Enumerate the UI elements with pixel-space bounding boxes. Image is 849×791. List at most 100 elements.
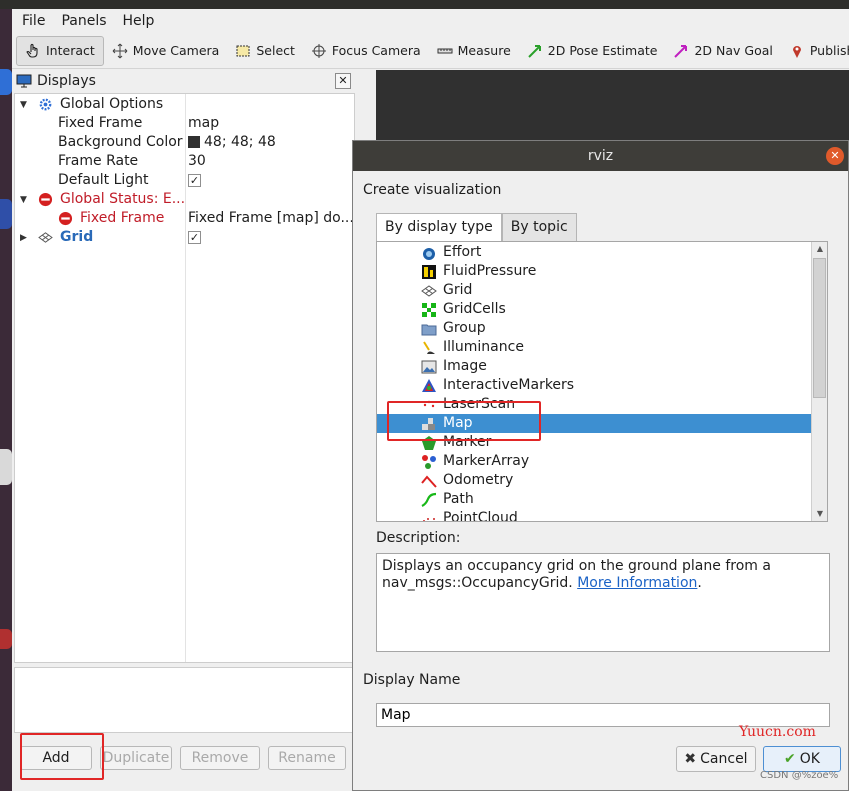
select-label: Select — [256, 43, 295, 58]
more-information-link[interactable]: More Information — [577, 575, 697, 591]
select-tool-button[interactable]: Select — [227, 36, 303, 66]
map-pin-icon — [792, 45, 801, 58]
list-item[interactable]: Illuminance — [377, 338, 811, 357]
list-item[interactable]: Grid — [377, 281, 811, 300]
pose-estimate-label: 2D Pose Estimate — [547, 43, 658, 58]
tree-row-global-options[interactable]: ▼ Global Options — [15, 95, 354, 114]
desktop-launcher — [0, 9, 12, 791]
scrollbar-thumb[interactable] — [813, 258, 826, 398]
tab-by-topic[interactable]: By topic — [501, 213, 577, 241]
list-item[interactable]: Group — [377, 319, 811, 338]
tree-row-fixed-frame-error[interactable]: Fixed Frame Fixed Frame [map] do... — [15, 209, 354, 228]
illuminance-icon — [423, 341, 435, 354]
checkmark-icon: ✔ — [784, 751, 796, 767]
fixed-frame-error-key: Fixed Frame — [80, 210, 165, 226]
list-item-label: MarkerArray — [443, 453, 530, 469]
launcher-app-icon[interactable] — [0, 69, 12, 95]
ok-button[interactable]: ✔ OK — [763, 746, 841, 772]
description-label: Description: — [376, 530, 461, 546]
menu-help[interactable]: Help — [123, 13, 155, 29]
list-item[interactable]: Effort — [377, 243, 811, 262]
tree-row-global-status[interactable]: ▼ Global Status: E... — [15, 190, 354, 209]
list-item-label: PointCloud — [443, 510, 518, 522]
launcher-app-icon[interactable] — [0, 449, 12, 485]
interact-label: Interact — [46, 43, 95, 58]
pressure-icon — [422, 265, 436, 279]
list-item[interactable]: Odometry — [377, 471, 811, 490]
move-camera-tool-button[interactable]: Move Camera — [104, 36, 228, 66]
monitor-icon — [16, 74, 32, 88]
default-light-checkbox[interactable]: ✓ — [188, 171, 201, 190]
close-icon[interactable]: ✕ — [826, 147, 844, 165]
list-item[interactable]: PointCloud — [377, 509, 811, 522]
tree-row-default-light[interactable]: Default Light ✓ — [15, 171, 354, 190]
list-item[interactable]: GridCells — [377, 300, 811, 319]
expand-arrow-icon[interactable]: ▼ — [20, 96, 27, 115]
crosshair-icon — [311, 43, 326, 58]
dialog-tabs: By display type By topic — [376, 213, 577, 242]
grid-checkbox[interactable]: ✓ — [188, 228, 201, 247]
magenta-arrow-icon — [674, 44, 688, 58]
tree-row-background-color[interactable]: Background Color 48; 48; 48 — [15, 133, 354, 152]
launcher-app-icon[interactable] — [0, 199, 12, 229]
folder-icon — [421, 324, 437, 336]
menu-file[interactable]: File — [22, 13, 45, 29]
list-item-label: Odometry — [443, 472, 514, 488]
list-item[interactable]: MarkerArray — [377, 452, 811, 471]
list-item[interactable]: Image — [377, 357, 811, 376]
dialog-title: rviz — [587, 148, 614, 164]
grid-icon — [38, 232, 53, 243]
interactive-markers-icon — [422, 379, 436, 392]
interact-tool-button[interactable]: Interact — [16, 35, 104, 66]
description-end: . — [697, 575, 702, 591]
displays-title: Displays — [37, 73, 96, 89]
grid-cells-icon — [422, 303, 436, 317]
focus-camera-label: Focus Camera — [331, 43, 421, 58]
scroll-up-icon[interactable]: ▲ — [813, 242, 827, 256]
selection-box-icon — [236, 45, 250, 56]
rename-button[interactable]: Rename — [268, 746, 346, 770]
grid-icon — [421, 285, 437, 297]
checkbox[interactable]: ✓ — [188, 173, 201, 187]
expand-arrow-icon[interactable]: ▼ — [20, 191, 27, 210]
list-scrollbar[interactable]: ▲ ▼ — [811, 242, 827, 521]
scroll-down-icon[interactable]: ▼ — [813, 507, 827, 521]
fixed-frame-value[interactable]: map — [188, 114, 219, 133]
nav-goal-tool-button[interactable]: 2D Nav Goal — [665, 36, 780, 66]
tree-row-frame-rate[interactable]: Frame Rate 30 — [15, 152, 354, 171]
display-type-list[interactable]: Effort FluidPressure Grid GridCells Grou… — [376, 241, 828, 522]
displays-panel-header: Displays ✕ — [12, 70, 355, 92]
menu-panels[interactable]: Panels — [61, 13, 106, 29]
tab-by-display-type[interactable]: By display type — [376, 213, 502, 242]
pose-estimate-tool-button[interactable]: 2D Pose Estimate — [519, 36, 666, 66]
measure-tool-button[interactable]: Measure — [429, 36, 519, 66]
list-item[interactable]: Path — [377, 490, 811, 509]
displays-tree[interactable]: ▼ Global Options Fixed Frame map Backgro… — [14, 93, 355, 663]
render-3d-view[interactable] — [376, 70, 849, 140]
close-icon[interactable]: ✕ — [335, 73, 351, 89]
list-item-label: FluidPressure — [443, 263, 537, 279]
collapse-arrow-icon[interactable]: ▶ — [20, 229, 27, 248]
image-icon — [421, 360, 437, 374]
duplicate-button[interactable]: Duplicate — [100, 746, 172, 770]
list-item[interactable]: FluidPressure — [377, 262, 811, 281]
focus-camera-tool-button[interactable]: Focus Camera — [303, 36, 429, 66]
frame-rate-value[interactable]: 30 — [188, 152, 206, 171]
publish-point-tool-button[interactable]: Publish Poi — [781, 36, 849, 66]
list-item-label: Group — [443, 320, 486, 336]
checkbox[interactable]: ✓ — [188, 230, 201, 244]
cancel-x-icon: ✖ — [684, 751, 697, 767]
bg-color-text: 48; 48; 48 — [204, 134, 276, 150]
bg-color-value[interactable]: 48; 48; 48 — [188, 133, 276, 152]
dialog-titlebar: rviz ✕ — [353, 141, 848, 171]
grid-label: Grid — [60, 229, 94, 245]
watermark-site: Yuucn.com — [739, 724, 816, 740]
publish-point-label: Publish Poi — [809, 43, 849, 58]
toolbar: Interact Move Camera Select Focus Camera… — [12, 33, 849, 69]
launcher-app-icon[interactable] — [0, 629, 12, 649]
cancel-button[interactable]: ✖ Cancel — [676, 746, 756, 772]
tree-row-grid[interactable]: ▶ Grid ✓ — [15, 228, 354, 247]
remove-button[interactable]: Remove — [180, 746, 260, 770]
list-item[interactable]: InteractiveMarkers — [377, 376, 811, 395]
tree-row-fixed-frame[interactable]: Fixed Frame map — [15, 114, 354, 133]
